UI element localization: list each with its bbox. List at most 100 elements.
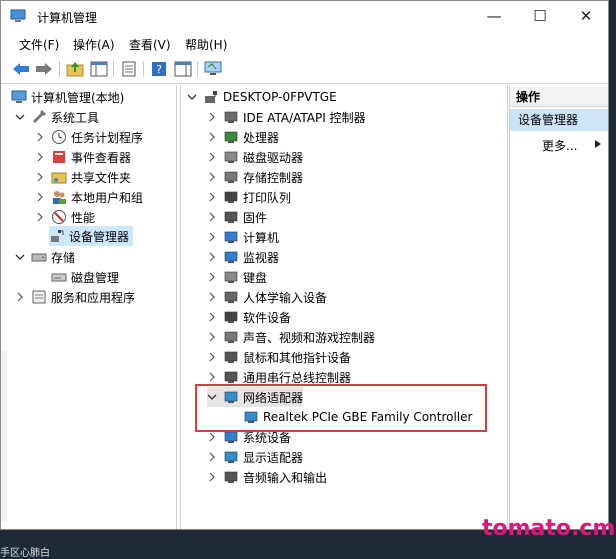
- chevron-right-icon[interactable]: [15, 292, 25, 302]
- chevron-right-icon[interactable]: [207, 312, 217, 322]
- help-icon: ?: [152, 62, 166, 76]
- chevron-right-icon[interactable]: [35, 132, 45, 142]
- disk-icon: [51, 269, 67, 285]
- chevron-right-icon[interactable]: [207, 152, 217, 162]
- device-label: 磁盘驱动器: [243, 150, 304, 165]
- tree-item-label: 共享文件夹: [71, 170, 132, 185]
- chevron-right-icon[interactable]: [207, 292, 217, 302]
- up-folder-button[interactable]: [65, 59, 85, 79]
- device-category-9[interactable]: 人体学输入设备: [207, 287, 327, 307]
- device-category-2[interactable]: 磁盘驱动器: [207, 147, 303, 167]
- menu-help[interactable]: 帮助(H): [185, 36, 227, 53]
- device-category-12[interactable]: 鼠标和其他指针设备: [207, 347, 351, 367]
- sound-icon: [223, 329, 239, 345]
- chevron-right-icon[interactable]: [207, 272, 217, 282]
- device-label: 键盘: [243, 270, 268, 285]
- device-category-11[interactable]: 声音、视频和游戏控制器: [207, 327, 375, 347]
- toolbar: ?: [1, 55, 608, 84]
- device-category-1[interactable]: 处理器: [207, 127, 279, 147]
- tree-item-event-viewer[interactable]: 事件查看器: [35, 147, 131, 167]
- minimize-icon: —: [486, 7, 502, 25]
- triangle-right-icon: [595, 140, 601, 148]
- tree-item-device-manager[interactable]: 设备管理器: [49, 226, 134, 246]
- monitor-button[interactable]: [203, 59, 223, 79]
- chevron-right-icon[interactable]: [35, 212, 45, 222]
- console-tree-pane: 计算机管理(本地) 系统工具 任务计划程序 事件查看器 共享文件夹 本地用户和组: [1, 85, 177, 529]
- device-label: 固件: [243, 210, 268, 225]
- clock-icon: [51, 129, 67, 145]
- device-category-0[interactable]: IDE ATA/ATAPI 控制器: [207, 107, 366, 127]
- device-category-7[interactable]: 监视器: [207, 247, 279, 267]
- chevron-down-icon[interactable]: [187, 92, 197, 102]
- chevron-right-icon[interactable]: [207, 432, 217, 442]
- tree-item-label: 计算机管理(本地): [31, 90, 125, 105]
- chevron-right-icon[interactable]: [207, 452, 217, 462]
- menu-view[interactable]: 查看(V): [129, 36, 171, 53]
- chevron-right-icon[interactable]: [35, 192, 45, 202]
- computer-icon: [203, 89, 219, 105]
- chevron-right-icon[interactable]: [35, 172, 45, 182]
- title-bar: 计算机管理 — ☐ ✕: [1, 1, 608, 31]
- tree-item-computer-management[interactable]: 计算机管理(本地): [11, 87, 124, 107]
- maximize-button[interactable]: ☐: [517, 1, 563, 31]
- tree-item-disk-management[interactable]: 磁盘管理: [51, 267, 119, 287]
- highlight-network-adapter-box: [195, 384, 487, 432]
- minimize-button[interactable]: —: [471, 1, 517, 31]
- device-category-4[interactable]: 打印队列: [207, 187, 291, 207]
- back-button[interactable]: [11, 59, 31, 79]
- tree-item-label: 系统工具: [51, 110, 100, 125]
- chevron-right-icon[interactable]: [207, 212, 217, 222]
- device-category-6[interactable]: 计算机: [207, 227, 279, 247]
- device-category-5[interactable]: 固件: [207, 207, 267, 227]
- tree-item-storage[interactable]: 存储: [15, 247, 75, 267]
- monitor-icon: [204, 61, 222, 75]
- chevron-right-icon[interactable]: [207, 132, 217, 142]
- device-category-18[interactable]: 音频输入和输出: [207, 467, 327, 487]
- tree-item-task-scheduler[interactable]: 任务计划程序: [35, 127, 143, 147]
- actions-device-manager[interactable]: 设备管理器: [510, 109, 608, 131]
- tree-item-label: 性能: [71, 210, 96, 225]
- chevron-right-icon[interactable]: [207, 192, 217, 202]
- maximize-icon: ☐: [533, 7, 547, 25]
- device-tree-pane: DESKTOP-0FPVTGE IDE ATA/ATAPI 控制器处理器磁盘驱动…: [180, 85, 508, 529]
- chevron-right-icon[interactable]: [207, 172, 217, 182]
- help-button[interactable]: ?: [149, 59, 169, 79]
- device-label: IDE ATA/ATAPI 控制器: [243, 110, 366, 125]
- device-label: 声音、视频和游戏控制器: [243, 330, 376, 345]
- device-category-8[interactable]: 键盘: [207, 267, 267, 287]
- forward-arrow-icon: [36, 63, 52, 75]
- chevron-right-icon[interactable]: [207, 232, 217, 242]
- tree-item-services-apps[interactable]: 服务和应用程序: [15, 287, 135, 307]
- chevron-right-icon[interactable]: [207, 372, 217, 382]
- more-actions-link[interactable]: 更多...: [542, 137, 577, 154]
- properties-button[interactable]: [119, 59, 139, 79]
- forward-button[interactable]: [34, 59, 54, 79]
- chevron-right-icon[interactable]: [207, 472, 217, 482]
- tree-item-system-tools[interactable]: 系统工具: [15, 107, 99, 127]
- device-tree-root[interactable]: DESKTOP-0FPVTGE: [187, 87, 337, 107]
- menu-file[interactable]: 文件(F): [19, 36, 59, 53]
- left-edge-scroll: [1, 351, 7, 521]
- chevron-right-icon[interactable]: [207, 252, 217, 262]
- firmware-icon: [223, 209, 239, 225]
- tree-item-performance[interactable]: 性能: [35, 207, 95, 227]
- device-label: 显示适配器: [243, 450, 304, 465]
- device-category-17[interactable]: 显示适配器: [207, 447, 303, 467]
- device-category-3[interactable]: 存储控制器: [207, 167, 303, 187]
- action-pane-button[interactable]: [173, 59, 193, 79]
- show-hide-tree-button[interactable]: [89, 59, 109, 79]
- monitor-icon: [223, 249, 239, 265]
- chevron-down-icon[interactable]: [15, 112, 25, 122]
- close-button[interactable]: ✕: [563, 1, 608, 31]
- chevron-down-icon[interactable]: [15, 252, 25, 262]
- chevron-right-icon[interactable]: [207, 332, 217, 342]
- chevron-right-icon[interactable]: [207, 352, 217, 362]
- more-actions-arrow[interactable]: [594, 138, 602, 152]
- tree-item-shared-folders[interactable]: 共享文件夹: [35, 167, 131, 187]
- device-category-10[interactable]: 软件设备: [207, 307, 291, 327]
- processor-icon: [223, 129, 239, 145]
- chevron-right-icon[interactable]: [207, 112, 217, 122]
- tree-item-local-users[interactable]: 本地用户和组: [35, 187, 143, 207]
- menu-action[interactable]: 操作(A): [73, 36, 115, 53]
- chevron-right-icon[interactable]: [35, 152, 45, 162]
